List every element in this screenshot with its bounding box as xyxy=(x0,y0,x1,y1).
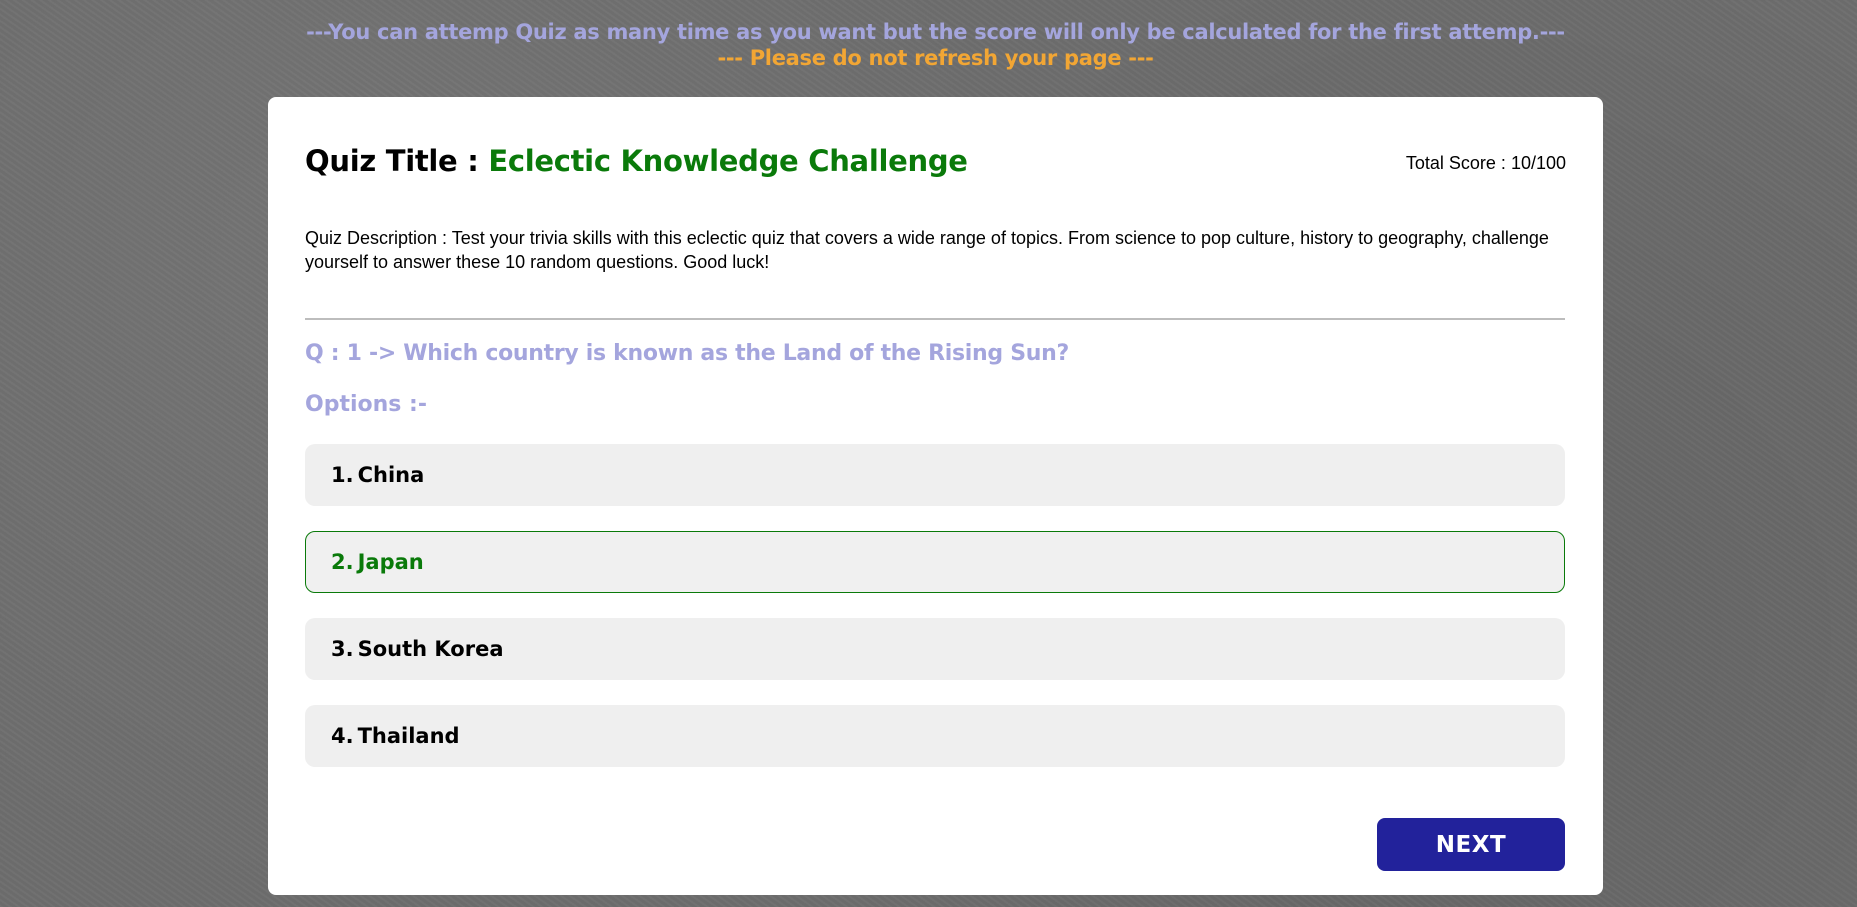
total-score: Total Score : 10/100 xyxy=(1406,153,1566,174)
quiz-title: Quiz Title : Eclectic Knowledge Challeng… xyxy=(305,144,968,178)
options-heading: Options :- xyxy=(305,392,427,417)
quiz-description: Quiz Description : Test your trivia skil… xyxy=(305,228,1549,272)
refresh-warning: --- Please do not refresh your page --- xyxy=(717,46,1154,70)
option-number: 2. xyxy=(331,550,354,574)
option-thailand[interactable]: 4. Thailand xyxy=(305,705,1565,767)
total-score-value: 10/100 xyxy=(1510,153,1566,173)
next-button[interactable]: NEXT xyxy=(1377,818,1565,871)
option-label: Thailand xyxy=(357,724,460,748)
question-text: Q : 1 -> Which country is known as the L… xyxy=(305,341,1069,366)
quiz-card: Quiz Title : Eclectic Knowledge Challeng… xyxy=(268,97,1603,895)
option-label: South Korea xyxy=(357,637,504,661)
option-japan[interactable]: 2. Japan xyxy=(305,531,1565,593)
option-label: Japan xyxy=(357,550,424,574)
option-number: 4. xyxy=(331,724,354,748)
quiz-title-value: Eclectic Knowledge Challenge xyxy=(488,144,968,178)
total-score-label: Total Score : xyxy=(1405,153,1511,173)
option-south-korea[interactable]: 3. South Korea xyxy=(305,618,1565,680)
option-number: 1. xyxy=(331,463,354,487)
option-label: China xyxy=(357,463,425,487)
divider xyxy=(305,318,1565,320)
option-china[interactable]: 1. China xyxy=(305,444,1565,506)
option-number: 3. xyxy=(331,637,354,661)
attempt-notice: ---You can attemp Quiz as many time as y… xyxy=(306,20,1565,44)
quiz-title-label: Quiz Title : xyxy=(305,144,489,178)
